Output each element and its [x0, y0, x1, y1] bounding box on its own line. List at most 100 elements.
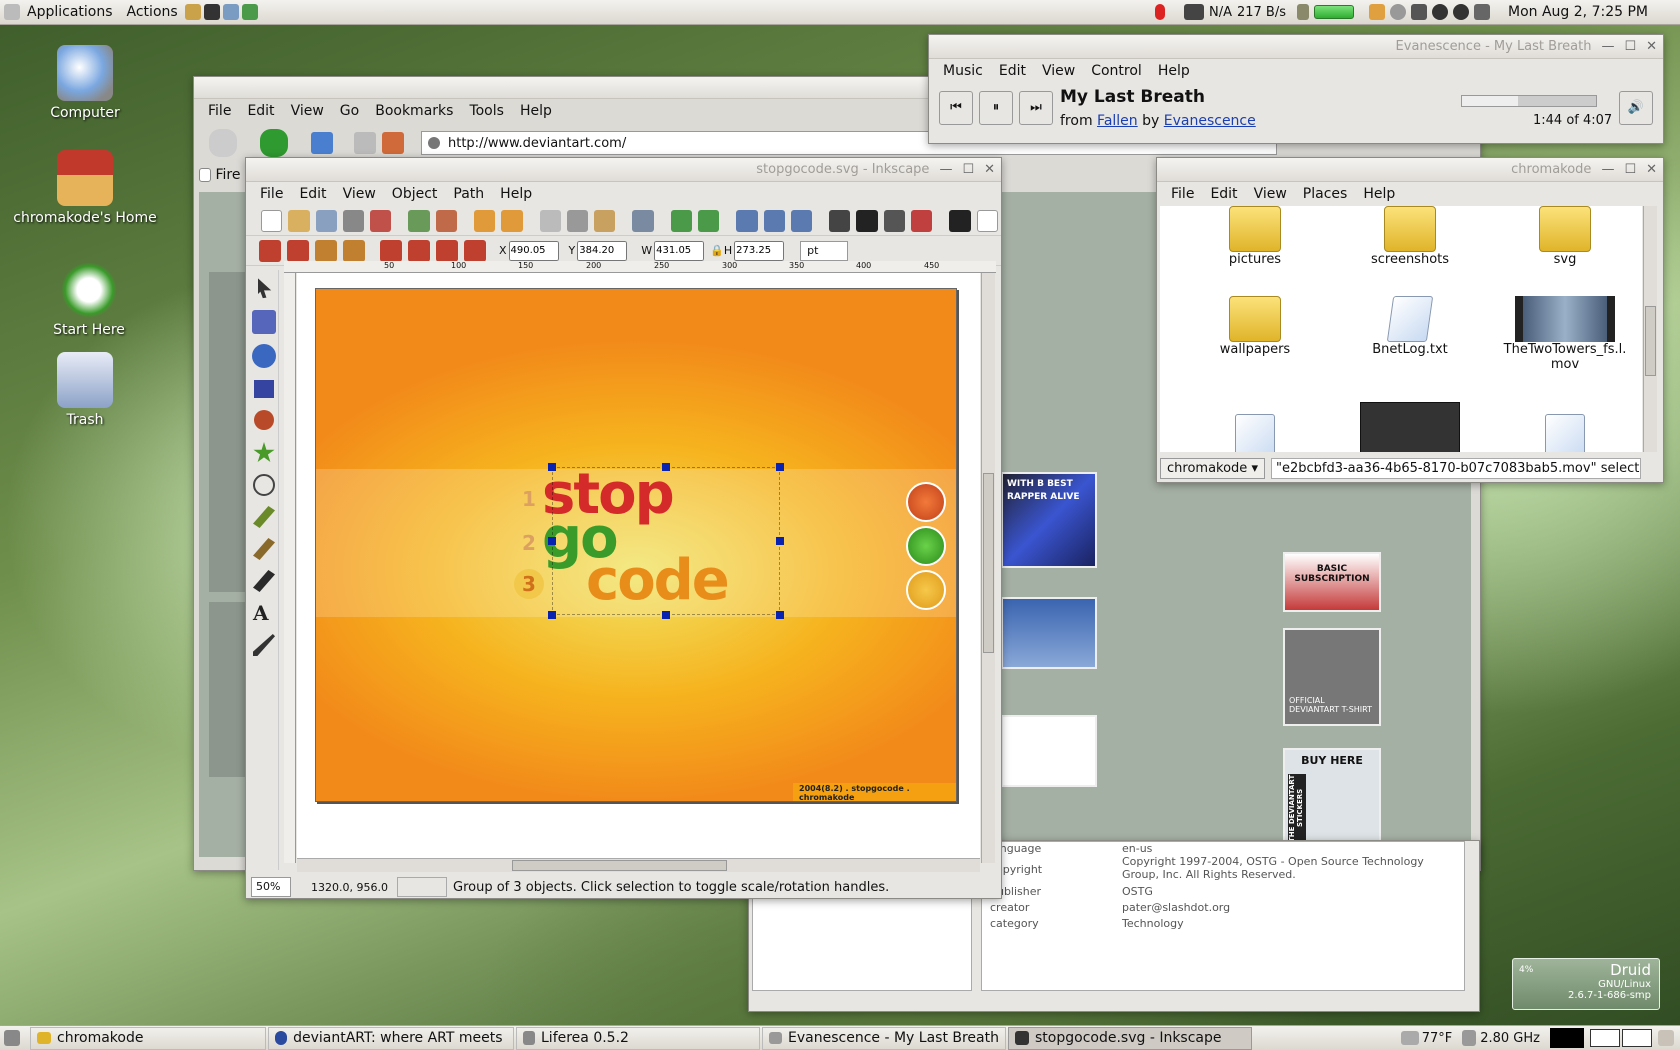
terminal-icon[interactable] [203, 4, 220, 20]
file-item[interactable]: svg [1510, 206, 1620, 267]
zoom-selection-icon[interactable] [632, 209, 654, 232]
minimize-icon[interactable]: — [1601, 162, 1614, 177]
ink-menu-object[interactable]: Object [384, 186, 446, 202]
ff-menu-edit[interactable]: Edit [239, 103, 282, 119]
star-tool-icon[interactable] [253, 442, 275, 463]
music-menu-edit[interactable]: Edit [991, 63, 1034, 79]
file-item[interactable]: BnetLog.txt [1355, 296, 1465, 357]
raise-top-icon[interactable] [380, 239, 402, 262]
bulb-icon[interactable] [1297, 4, 1310, 20]
reload-icon[interactable] [311, 132, 333, 154]
photo-thumb[interactable] [1001, 597, 1097, 669]
ff-menu-go[interactable]: Go [332, 103, 367, 119]
volume-icon[interactable] [1474, 4, 1491, 20]
flip-h-icon[interactable] [315, 239, 337, 262]
actions-menu[interactable]: Actions [120, 0, 185, 25]
scale-handle[interactable] [548, 463, 556, 471]
trash-applet-icon[interactable] [1658, 1030, 1674, 1046]
maximize-icon[interactable]: ☐ [1624, 162, 1636, 177]
file-item[interactable]: pictures [1200, 206, 1310, 267]
scale-handle[interactable] [776, 463, 784, 471]
pen-tool-icon[interactable] [253, 538, 275, 560]
unit-select[interactable]: pt [800, 240, 849, 261]
ff-menu-view[interactable]: View [283, 103, 332, 119]
globe-icon[interactable] [1453, 4, 1470, 20]
next-button[interactable]: ⏭ [1019, 91, 1053, 125]
show-desktop-icon[interactable] [4, 1030, 20, 1046]
ink-menu-file[interactable]: File [252, 186, 291, 202]
open-icon[interactable] [288, 209, 310, 232]
ff-menu-help[interactable]: Help [512, 103, 560, 119]
flip-v-icon[interactable] [343, 239, 365, 262]
preferences-icon[interactable] [949, 209, 971, 232]
ink-menu-help[interactable]: Help [492, 186, 540, 202]
music-menu-view[interactable]: View [1034, 63, 1083, 79]
fm-menu-edit[interactable]: Edit [1202, 186, 1245, 202]
alert-icon[interactable] [1154, 4, 1165, 20]
zoom-page-icon[interactable] [790, 209, 813, 232]
minimize-icon[interactable]: — [939, 162, 952, 177]
promo-tshirt[interactable]: OFFICIAL DEVIANTART T-SHIRT [1283, 628, 1381, 726]
lower-icon[interactable] [436, 239, 458, 262]
scale-handle[interactable] [776, 611, 784, 619]
zoom-field[interactable]: 50% [251, 877, 291, 897]
home-page-icon[interactable] [382, 132, 404, 154]
node-tool-icon[interactable] [252, 310, 276, 334]
desktop-icon-start-here[interactable]: Start Here [14, 262, 164, 338]
selector-tool-icon[interactable] [258, 278, 272, 299]
export-icon[interactable] [370, 209, 392, 232]
cut-icon[interactable] [566, 209, 589, 232]
file-item[interactable]: wallpapers [1200, 296, 1310, 357]
dropper-tool-icon[interactable] [253, 634, 275, 656]
clock[interactable]: Mon Aug 2, 7:25 PM [1508, 4, 1648, 20]
zoom-drawing-icon[interactable] [763, 209, 785, 232]
volume-button[interactable]: 🔊 [1619, 91, 1653, 125]
forward-icon[interactable] [260, 129, 288, 157]
file-item[interactable]: screenshots [1355, 206, 1465, 267]
redo-icon[interactable] [501, 209, 523, 232]
selection-box[interactable] [552, 467, 780, 615]
task-item-chromakode[interactable]: chromakode [30, 1026, 266, 1050]
stop-icon[interactable] [354, 132, 376, 154]
workspace-2[interactable] [1622, 1029, 1652, 1047]
new-icon[interactable] [261, 209, 283, 232]
file-item[interactable]: TheTwoTowers_fs.l.mov [1500, 296, 1630, 372]
promo-subscription[interactable]: BASIC SUBSCRIPTION [1283, 552, 1381, 612]
desktop-icon-trash[interactable]: Trash [10, 352, 160, 428]
workspace-1[interactable] [1590, 1029, 1620, 1047]
align-icon[interactable] [910, 209, 933, 232]
x-field[interactable] [508, 240, 559, 261]
lock-icon[interactable]: 🔒 [710, 244, 724, 257]
canvas[interactable]: stop go code 1 2 3 2004(8.2) . stopgocod… [297, 273, 980, 863]
layer-field[interactable] [397, 877, 447, 897]
promo-stickers[interactable]: BUY HERE THE DEVIANTART STICKERS [1283, 748, 1381, 846]
fill-stroke-icon[interactable] [829, 209, 851, 232]
back-icon[interactable] [209, 129, 237, 157]
fm-menu-file[interactable]: File [1163, 186, 1202, 202]
calligraphy-tool-icon[interactable] [253, 570, 275, 592]
close-icon[interactable]: ✕ [1646, 39, 1657, 54]
fm-menu-help[interactable]: Help [1355, 186, 1403, 202]
sketch-thumb[interactable] [1001, 715, 1097, 787]
ink-menu-path[interactable]: Path [445, 186, 492, 202]
ff-menu-file[interactable]: File [200, 103, 239, 119]
pencil-tool-icon[interactable] [253, 506, 275, 528]
spiral-tool-icon[interactable] [253, 474, 275, 496]
launcher-icon[interactable] [184, 4, 201, 20]
pause-button[interactable]: ⏸ [979, 91, 1013, 125]
player-icon[interactable] [1432, 4, 1449, 20]
artwork[interactable]: stop go code 1 2 3 2004(8.2) . stopgocod… [315, 288, 957, 802]
import-icon[interactable] [408, 209, 430, 232]
rect-tool-icon[interactable] [254, 380, 274, 398]
ff-menu-tools[interactable]: Tools [461, 103, 512, 119]
task-item-firefox[interactable]: deviantART: where ART meets appli [268, 1026, 514, 1050]
vertical-scroll-thumb[interactable] [983, 473, 994, 653]
text-file-icon[interactable] [1545, 414, 1585, 452]
scale-handle[interactable] [776, 537, 784, 545]
y-field[interactable] [577, 240, 628, 261]
video-thumbnail-icon[interactable] [1360, 402, 1460, 452]
file-view[interactable]: pictures screenshots svg wallpapers Bnet… [1160, 206, 1642, 452]
netmon-icon[interactable] [1183, 4, 1204, 20]
group-icon[interactable] [670, 209, 692, 232]
ungroup-icon[interactable] [698, 209, 720, 232]
